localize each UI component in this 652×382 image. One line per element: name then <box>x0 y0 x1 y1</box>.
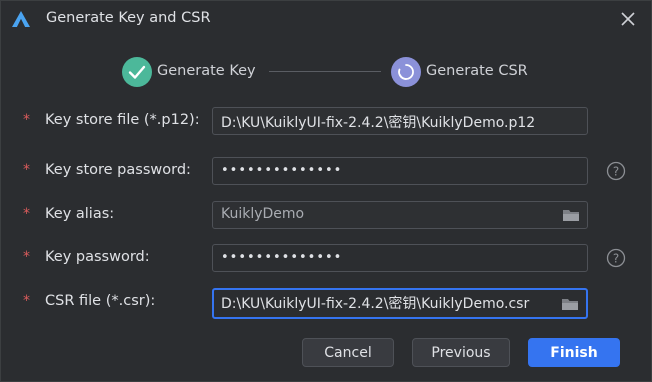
csr-file-label: CSR file (*.csr): <box>45 293 156 309</box>
key-password-label: Key password: <box>45 249 150 265</box>
required-marker: * <box>23 112 30 128</box>
step-connector <box>269 71 381 72</box>
window-title: Generate Key and CSR <box>46 10 211 26</box>
required-marker: * <box>23 293 30 309</box>
step-generate-csr-indicator <box>391 57 421 87</box>
check-icon <box>128 65 146 79</box>
key-store-password-row: * Key store password: •••••••••••••• ? <box>1 157 651 187</box>
key-store-file-field[interactable]: D:\KU\KuiklyUI-fix-2.4.2\密钥\KuiklyDemo.p… <box>212 107 588 135</box>
title-bar: Generate Key and CSR <box>1 1 651 37</box>
key-alias-row: * Key alias: KuiklyDemo <box>1 201 651 231</box>
key-store-password-label: Key store password: <box>45 162 191 178</box>
wizard-steps: Generate Key Generate CSR <box>1 55 651 89</box>
csr-file-row: * CSR file (*.csr): D:\KU\KuiklyUI-fix-2… <box>1 288 651 319</box>
key-alias-value: KuiklyDemo <box>221 206 305 222</box>
folder-icon[interactable] <box>561 297 579 311</box>
required-marker: * <box>23 249 30 265</box>
harmony-logo-icon <box>12 11 30 27</box>
required-marker: * <box>23 206 30 222</box>
csr-file-value: D:\KU\KuiklyUI-fix-2.4.2\密钥\KuiklyDemo.c… <box>221 296 530 312</box>
help-icon[interactable]: ? <box>606 248 626 268</box>
key-store-file-row: * Key store file (*.p12): D:\KU\KuiklyUI… <box>1 107 651 137</box>
cancel-button[interactable]: Cancel <box>302 338 394 367</box>
key-alias-label: Key alias: <box>45 206 115 222</box>
previous-button[interactable]: Previous <box>412 338 510 367</box>
help-icon[interactable]: ? <box>606 161 626 181</box>
required-marker: * <box>23 162 30 178</box>
step-generate-csr-label: Generate CSR <box>426 63 528 79</box>
key-password-field[interactable]: •••••••••••••• <box>212 244 588 272</box>
csr-file-field[interactable]: D:\KU\KuiklyUI-fix-2.4.2\密钥\KuiklyDemo.c… <box>212 288 588 319</box>
folder-icon[interactable] <box>562 208 580 222</box>
key-password-row: * Key password: •••••••••••••• ? <box>1 244 651 274</box>
key-alias-field[interactable]: KuiklyDemo <box>212 201 588 229</box>
key-store-file-label: Key store file (*.p12): <box>45 112 200 128</box>
key-store-password-field[interactable]: •••••••••••••• <box>212 157 588 185</box>
finish-button[interactable]: Finish <box>528 338 620 367</box>
step-generate-key-label: Generate Key <box>157 63 256 79</box>
close-icon[interactable] <box>619 10 637 28</box>
svg-text:?: ? <box>613 252 619 266</box>
svg-text:?: ? <box>613 165 619 179</box>
generate-key-csr-dialog: Generate Key and CSR Generate Key Genera… <box>0 0 652 382</box>
refresh-icon <box>398 64 414 80</box>
step-generate-key-indicator <box>122 57 152 87</box>
